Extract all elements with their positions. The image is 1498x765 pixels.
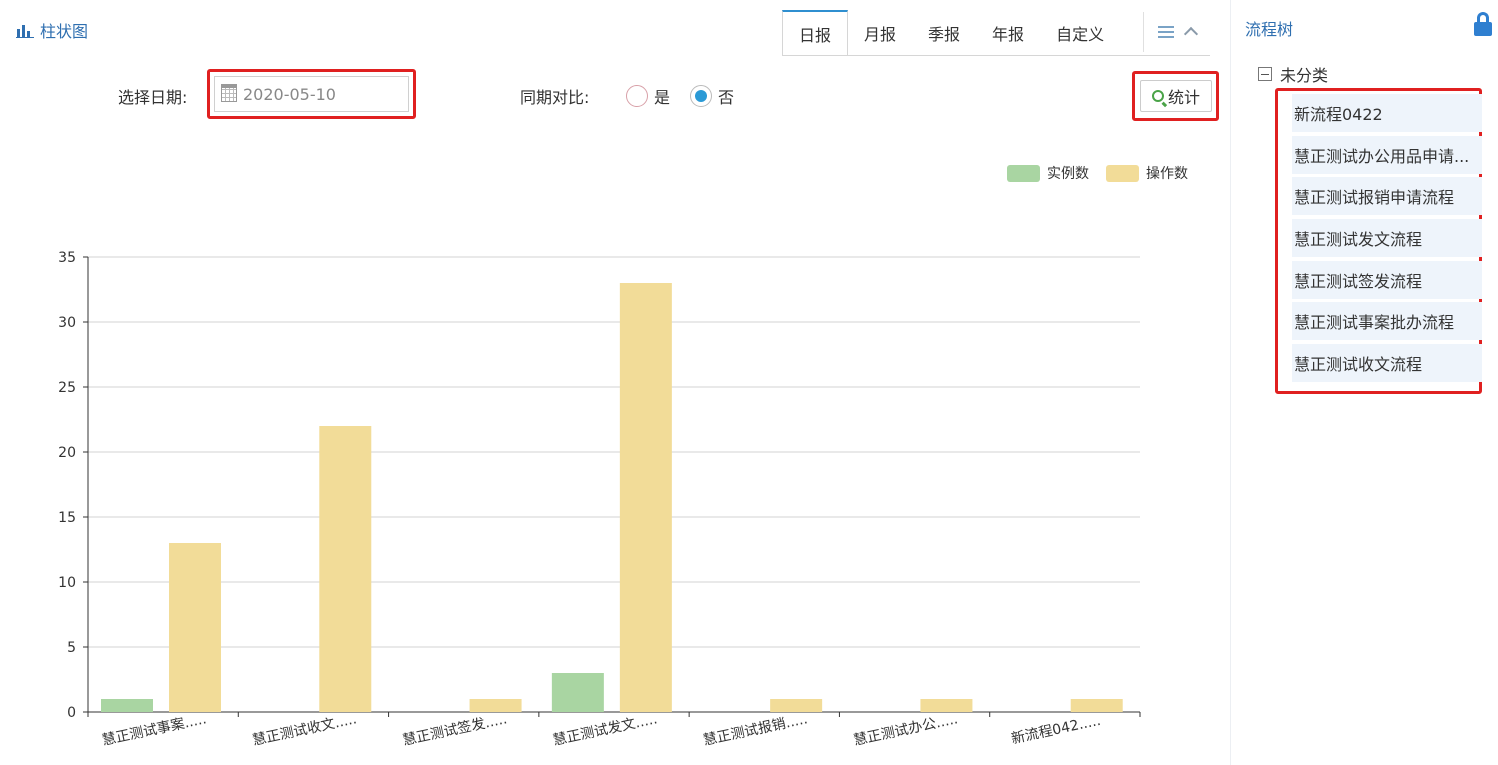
tree-list: 新流程0422 慧正测试办公用品申请... 慧正测试报销申请流程 慧正测试发文流程 慧正… [1292, 94, 1482, 386]
tree-item[interactable]: 新流程0422 [1292, 94, 1482, 132]
tab-monthly[interactable]: 月报 [848, 10, 912, 56]
x-tick-label: 慧正测试发文..... [552, 711, 659, 749]
x-tick-label: 慧正测试签发..... [401, 710, 508, 749]
chevron-up-icon[interactable] [1184, 25, 1198, 39]
tree-item[interactable]: 慧正测试办公用品申请... [1292, 135, 1482, 174]
tree-item[interactable]: 慧正测试签发流程 [1292, 260, 1482, 299]
y-tick-label: 10 [58, 575, 76, 591]
chart-panel: 柱状图 日报 月报 季报 年报 自定义 选择日期: 2020-05-10 同期对… [0, 0, 1230, 765]
tree-item[interactable]: 慧正测试发文流程 [1292, 219, 1482, 258]
legend-label: 实例数 [1047, 166, 1089, 182]
app-root: 柱状图 日报 月报 季报 年报 自定义 选择日期: 2020-05-10 同期对… [0, 0, 1498, 765]
bar-instance [551, 673, 604, 712]
tab-custom[interactable]: 自定义 [1040, 10, 1120, 56]
x-tick-label: 新流程042..... [1010, 713, 1102, 748]
y-tick-label: 20 [58, 445, 76, 461]
tab-yearly[interactable]: 年报 [976, 10, 1040, 56]
stat-highlight: 统计 [1132, 71, 1219, 121]
y-tick-label: 30 [58, 315, 76, 331]
report-tabs: 日报 月报 季报 年报 自定义 [782, 10, 1120, 56]
stat-button[interactable]: 统计 [1140, 80, 1212, 112]
x-tick-label: 慧正测试收文..... [251, 711, 358, 749]
tab-daily[interactable]: 日报 [782, 10, 849, 56]
compare-no-label: 否 [718, 88, 735, 107]
tree-item[interactable]: 慧正测试报销申请流程 [1292, 177, 1482, 216]
y-tick-label: 0 [67, 705, 76, 721]
date-highlight: 2020-05-10 [207, 69, 416, 119]
compare-yes-radio[interactable] [626, 85, 648, 107]
x-tick-label: 慧正测试报销..... [702, 711, 809, 749]
tree-root[interactable]: 未分类 [1258, 62, 1328, 86]
date-value: 2020-05-10 [243, 84, 336, 104]
panel-header: 柱状图 [16, 18, 88, 42]
collapse-icon[interactable] [1258, 67, 1272, 81]
bar-operation [469, 699, 522, 712]
y-tick-label: 15 [58, 510, 76, 526]
compare-yes-label: 是 [654, 88, 671, 107]
tree-highlight: 新流程0422 慧正测试办公用品申请... 慧正测试报销申请流程 慧正测试发文流程 慧正… [1275, 88, 1482, 394]
side-title: 流程树 [1245, 20, 1294, 39]
bar-operation [920, 699, 973, 712]
panel-tools [1143, 12, 1198, 52]
y-tick-label: 25 [58, 380, 76, 396]
panel-title: 柱状图 [40, 22, 89, 41]
process-tree-panel: 流程树 未分类 新流程0422 慧正测试办公用品申请... 慧正测试报销申请流程 慧正… [1230, 0, 1498, 765]
x-tick-label: 慧正测试事案..... [100, 710, 207, 749]
bar-operation [770, 699, 823, 712]
bar-operation [319, 426, 372, 712]
x-tick-label: 慧正测试办公..... [852, 711, 959, 749]
compare-label: 同期对比: [520, 88, 590, 107]
y-tick-label: 5 [67, 640, 76, 656]
legend-swatch [1007, 165, 1040, 182]
compare-radio-group: 是 否 [626, 84, 748, 108]
tree-item[interactable]: 慧正测试事案批办流程 [1292, 302, 1482, 341]
bar-operation [169, 543, 221, 712]
bar-chart: 0 5 10 15 20 25 30 35 慧正测试事案..... 慧正测试收文..... 慧正测试… [58, 165, 1188, 749]
stat-button-label: 统计 [1167, 88, 1200, 107]
menu-icon[interactable] [1158, 26, 1174, 38]
bar-operation [619, 283, 672, 712]
lock-icon[interactable] [1474, 12, 1492, 36]
date-label: 选择日期: [118, 88, 188, 107]
bar-chart-icon [16, 22, 34, 38]
date-input[interactable]: 2020-05-10 [214, 76, 409, 112]
compare-no-radio[interactable] [690, 85, 713, 107]
tab-quarterly[interactable]: 季报 [912, 10, 976, 56]
bar-instance [101, 699, 153, 712]
tree-root-label: 未分类 [1280, 66, 1329, 85]
y-tick-label: 35 [58, 250, 76, 266]
bar-operation [1070, 699, 1123, 712]
legend-swatch [1106, 165, 1139, 182]
legend-label: 操作数 [1146, 166, 1188, 182]
search-icon [1151, 90, 1164, 102]
calendar-icon [220, 83, 237, 102]
tree-item[interactable]: 慧正测试收文流程 [1292, 344, 1482, 383]
tab-divider [782, 55, 1210, 56]
